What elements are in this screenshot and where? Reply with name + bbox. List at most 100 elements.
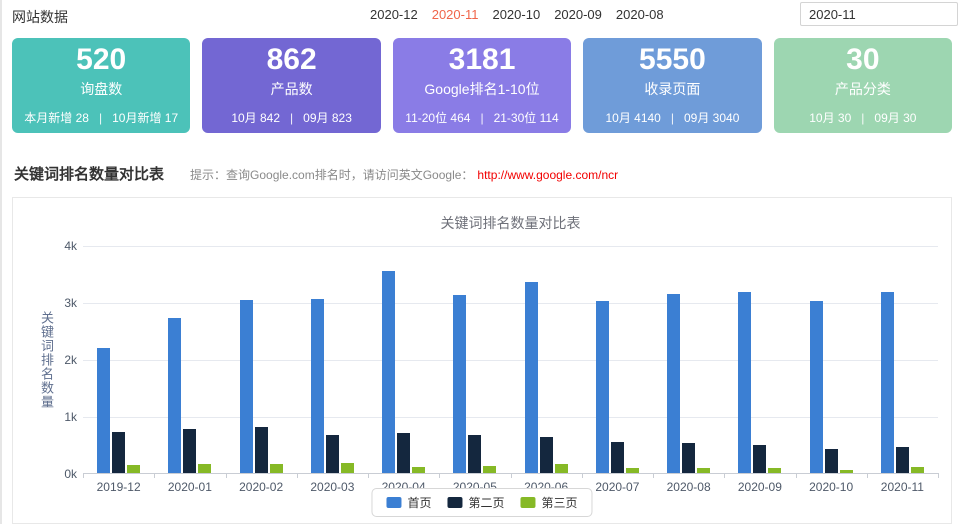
legend-label: 第二页 [468, 494, 504, 511]
hint-link[interactable]: http://www.google.com/ncr [477, 168, 618, 182]
chart-title: 关键词排名数量对比表 [83, 213, 938, 233]
hint-text: 提示：查询Google.com排名时，请访问英文Google： http://ww… [190, 166, 618, 183]
x-axis-tick [154, 473, 155, 478]
bar-series-3 [840, 470, 853, 473]
x-axis-tick [297, 473, 298, 478]
stat-label: 询盘数 [80, 79, 122, 99]
legend-label: 第三页 [542, 494, 578, 511]
x-axis-tick [796, 473, 797, 478]
bar-series-2 [753, 445, 766, 473]
stat-sub-divider: | [861, 111, 864, 125]
stat-sub-divider: | [290, 111, 293, 125]
bar-group [867, 246, 938, 473]
bar-group [368, 246, 439, 473]
x-tick-label: 2020-01 [154, 480, 225, 494]
bar-series-1 [738, 292, 751, 473]
x-tick-label: 2020-03 [297, 480, 368, 494]
y-axis-name: 关键词排名数量 [37, 311, 56, 409]
bar-series-3 [911, 467, 924, 473]
bar-series-3 [555, 464, 568, 473]
stat-sub: 10月 842 | 09月 823 [231, 109, 352, 126]
bar-series-2 [825, 449, 838, 473]
bar-series-2 [183, 429, 196, 473]
stat-sub-left: 11-20位 464 [405, 111, 470, 125]
page-title: 网站数据 [12, 7, 68, 27]
x-axis-tick [938, 473, 939, 478]
stat-sub-left: 10月 842 [231, 111, 280, 125]
tab-2020-12[interactable]: 2020-12 [370, 7, 418, 22]
bar-series-3 [198, 464, 211, 473]
bar-series-3 [270, 464, 283, 473]
x-axis-tick [83, 473, 84, 478]
stat-value: 3181 [449, 45, 516, 75]
x-axis-tick [439, 473, 440, 478]
chart-container: 关键词排名数量对比表 0k1k2k3k4k关键词排名数量2019-122020-… [12, 197, 952, 524]
legend-swatch [447, 497, 462, 508]
stat-value: 862 [267, 45, 317, 75]
bar-series-2 [611, 442, 624, 473]
bar-group [297, 246, 368, 473]
x-axis-tick [653, 473, 654, 478]
bar-group [154, 246, 225, 473]
bar-series-1 [97, 348, 110, 473]
stat-value: 520 [76, 45, 126, 75]
bar-group [796, 246, 867, 473]
stat-sub-right: 09月 823 [303, 111, 352, 125]
date-tabs: 2020-12 2020-11 2020-10 2020-09 2020-08 [370, 7, 664, 22]
tab-2020-11[interactable]: 2020-11 [432, 7, 479, 22]
x-axis-tick [867, 473, 868, 478]
y-tick-label: 3k [37, 296, 77, 310]
header-bar: 网站数据 2020-12 2020-11 2020-10 2020-09 2020-08 [2, 0, 962, 30]
x-tick-label: 2020-09 [724, 480, 795, 494]
stat-sub-right: 09月 3040 [684, 111, 739, 125]
bar-series-2 [682, 443, 695, 473]
section-title: 关键词排名数量对比表 [14, 163, 164, 184]
stat-card-3: 5550收录页面10月 4140|09月 3040 [583, 38, 761, 133]
y-tick-label: 0k [37, 467, 77, 481]
bar-group [653, 246, 724, 473]
legend-item-3[interactable]: 第三页 [521, 494, 578, 511]
bar-series-1 [240, 300, 253, 473]
stat-sub-left: 本月新增 28 [24, 111, 89, 125]
stat-label: 产品数 [271, 79, 313, 99]
stat-cards: 520询盘数本月新增 28|10月新增 17862产品数10月 842|09月 … [12, 38, 952, 133]
stat-card-1: 862 产品数 10月 842 | 09月 823 [202, 38, 380, 133]
stat-label: Google排名1-10位 [424, 79, 539, 99]
stat-sub: 11-20位 464|21-30位 114 [405, 109, 558, 126]
bar-series-1 [596, 301, 609, 473]
x-axis-tick [226, 473, 227, 478]
stat-value: 5550 [639, 45, 706, 75]
stat-sub-right: 09月 30 [874, 111, 916, 125]
stat-card-0: 520询盘数本月新增 28|10月新增 17 [12, 38, 190, 133]
tab-2020-09[interactable]: 2020-09 [554, 7, 602, 22]
x-axis-tick [724, 473, 725, 478]
tab-2020-08[interactable]: 2020-08 [616, 7, 664, 22]
chart-legend: 首页 第二页 第三页 [371, 488, 592, 517]
bar-series-2 [468, 435, 481, 473]
bar-group [226, 246, 297, 473]
stat-sub: 10月 30 | 09月 30 [809, 109, 916, 126]
bar-series-3 [626, 468, 639, 473]
bar-series-1 [881, 292, 894, 473]
stat-sub-left: 10月 30 [809, 111, 851, 125]
legend-item-2[interactable]: 第二页 [447, 494, 504, 511]
bar-group [439, 246, 510, 473]
stat-sub-divider: | [671, 111, 674, 125]
x-axis-tick [582, 473, 583, 478]
bar-series-2 [540, 437, 553, 473]
bar-series-1 [525, 282, 538, 473]
bar-series-3 [127, 465, 140, 473]
bar-series-1 [810, 301, 823, 473]
bar-series-1 [453, 295, 466, 473]
hint-prefix: 提示：查询Google.com排名时，请访问英文Google： [190, 168, 473, 182]
stat-card-4: 30产品分类10月 30|09月 30 [774, 38, 952, 133]
date-input[interactable] [800, 2, 958, 26]
section-header: 关键词排名数量对比表 提示：查询Google.com排名时，请访问英文Googl… [14, 163, 952, 181]
stat-sub-left: 10月 4140 [605, 111, 660, 125]
tab-2020-10[interactable]: 2020-10 [492, 7, 540, 22]
bar-series-2 [255, 427, 268, 473]
x-tick-label: 2020-08 [653, 480, 724, 494]
bar-series-1 [311, 299, 324, 473]
legend-item-1[interactable]: 首页 [386, 494, 431, 511]
x-tick-label: 2020-10 [796, 480, 867, 494]
